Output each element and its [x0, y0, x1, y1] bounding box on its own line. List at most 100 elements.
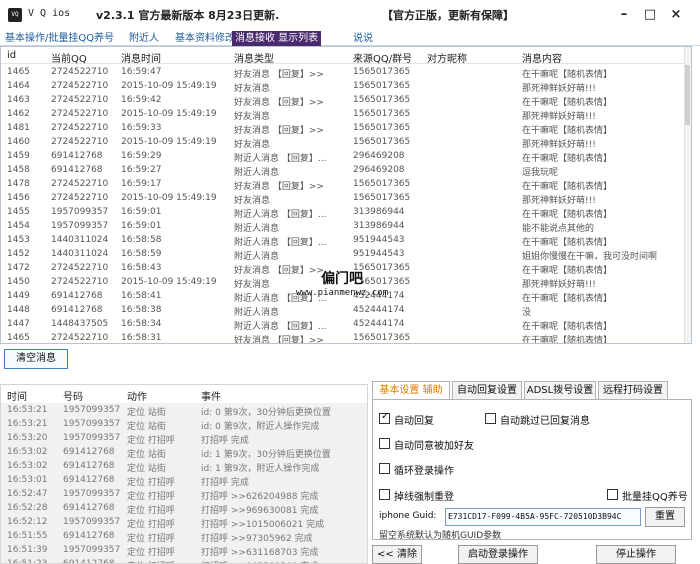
log-action: 定位 打招呼 [127, 506, 175, 516]
log-event: id: 1 第9次，30分钟后更换位置 [201, 450, 331, 460]
msg-content: 那死神鲜妖好萌!!! [522, 112, 596, 122]
table-row[interactable]: 1454 1957099357 16:59:01 附近人消息 313986944 能不能说… [1, 220, 691, 234]
tab-remote-captcha[interactable]: 远程打码设置 [598, 381, 668, 400]
table-row[interactable]: 1448 691412768 16:58:38 附近人消息 452444174 没 [1, 304, 691, 318]
table-row[interactable]: 1463 2724522710 16:59:42 好友消息 【回复】>> 1565017… [1, 94, 691, 108]
menu-nearby[interactable]: 附近人 [126, 31, 162, 46]
list-item[interactable]: 16:53:21 1957099357 定位 站街 id: 0 第9次，30分钟后更换… [1, 404, 367, 418]
log-event: 打招呼 >>631168703 完成 [201, 548, 319, 558]
close-button[interactable]: × [666, 5, 686, 25]
msg-type: 附近人消息 [234, 308, 280, 318]
tab-basic-settings[interactable]: 基本设置 辅助 [372, 381, 450, 400]
log-number: 691412768 [63, 461, 115, 471]
maximize-button[interactable]: □ [640, 5, 660, 25]
tab-auto-reply[interactable]: 自动回复设置 [452, 381, 522, 400]
menu-message-list[interactable]: 消息接收 显示列表 [232, 31, 322, 46]
list-item[interactable]: 16:53:02 691412768 定位 站街 id: 1 第9次，附近人操作完成 [1, 460, 367, 474]
table-row[interactable]: 1465 2724522710 16:59:47 好友消息 【回复】>> 1565017… [1, 66, 691, 80]
log-time: 16:51:39 [7, 545, 48, 555]
list-item[interactable]: 16:51:55 691412768 定位 打招呼 打招呼 >>97305962 完成 [1, 530, 367, 544]
menu-basic-ops[interactable]: 基本操作/批量挂QQ养号 [2, 31, 117, 46]
msg-type: 附近人消息 [234, 224, 280, 234]
list-item[interactable]: 16:53:20 1957099357 定位 打招呼 打招呼 完成 [1, 432, 367, 446]
menu-profile-edit[interactable]: 基本资料修改 [172, 31, 238, 46]
reset-guid-button[interactable]: 重置 [645, 507, 685, 527]
list-item[interactable]: 16:53:01 691412768 定位 打招呼 打招呼 完成 [1, 474, 367, 488]
settings-panel: 自动回复 自动跳过已回复消息 自动同意被加好友 循环登录操作 掉线强制重登 批量… [372, 399, 692, 541]
log-action: 定位 打招呼 [127, 559, 201, 563]
msg-current-qq: 2724522710 [51, 333, 109, 343]
skip-replied-checkbox-box[interactable] [485, 413, 496, 424]
col-source: 来源QQ/群号 [353, 54, 413, 65]
message-table[interactable]: id 当前QQ 消息时间 消息类型 来源QQ/群号 对方昵称 消息内容 1465… [0, 46, 692, 344]
table-row[interactable]: 1464 2724522710 2015-10-09 15:49:19 好友消息 156… [1, 80, 691, 94]
stop-button[interactable]: 停止操作 [596, 545, 676, 564]
table-row[interactable]: 1458 691412768 16:59:27 附近人消息 296469208 逗我玩呢 [1, 164, 691, 178]
msg-content: 没 [522, 308, 532, 318]
official-badge: 【官方正版，更新有保障】 [382, 9, 514, 22]
log-event: 打招呼 完成 [201, 436, 249, 446]
list-item[interactable]: 16:53:02 691412768 定位 站街 id: 1 第9次，30分钟后更换位… [1, 446, 367, 460]
clear-messages-button[interactable]: 清空消息 [4, 349, 68, 369]
log-number: 1957099357 [63, 433, 121, 443]
table-row[interactable]: 1455 1957099357 16:59:01 附近人消息 【回复】... 31398… [1, 206, 691, 220]
table-row[interactable]: 1481 2724522710 16:59:33 好友消息 【回复】>> 1565017… [1, 122, 691, 136]
msg-current-qq: 691412768 [51, 291, 103, 301]
list-item[interactable]: 16:51:39 1957099357 定位 打招呼 打招呼 >>631168703 … [1, 544, 367, 558]
force-relogin-checkbox-box[interactable] [379, 489, 390, 500]
msg-content: 那死神鲜妖好萌!!! [522, 280, 596, 290]
auto-accept-friend-checkbox-box[interactable] [379, 438, 390, 449]
skip-replied-label: 自动跳过已回复消息 [500, 416, 590, 427]
table-row[interactable]: 1462 2724522710 2015-10-09 15:49:19 好友消息 156… [1, 108, 691, 122]
version-title: v2.3.1 官方最新版本 8月23日更新. [96, 9, 280, 22]
table-row[interactable]: 1447 1448437505 16:58:34 附近人消息 【回复】... 45244… [1, 318, 691, 332]
table-row[interactable]: 1459 691412768 16:59:29 附近人消息 【回复】... 296469… [1, 150, 691, 164]
title-bar: VQ V Q ios v2.3.1 官方最新版本 8月23日更新. 【官方正版，… [0, 0, 700, 30]
msg-current-qq: 691412768 [51, 165, 103, 175]
table-row[interactable]: 1456 2724522710 2015-10-09 15:49:19 好友消息 156… [1, 192, 691, 206]
msg-content: 在干嘛呢【随机表情】 [522, 182, 613, 192]
msg-id: 1460 [7, 137, 30, 147]
guid-input[interactable]: E731CD17-F099-4B5A-95FC-720510D3B94C [445, 508, 641, 526]
list-item[interactable]: 16:52:28 691412768 定位 打招呼 打招呼 >>969630081 完… [1, 502, 367, 516]
list-item[interactable]: 16:52:47 1957099357 定位 打招呼 打招呼 >>626204988 … [1, 488, 367, 502]
log-event: 打招呼 >>626204988 完成 [201, 492, 319, 502]
table-row[interactable]: 1478 2724522710 16:59:17 好友消息 【回复】>> 1565017… [1, 178, 691, 192]
table-row[interactable]: 1452 1440311024 16:58:59 附近人消息 951944543 姐姐你慢… [1, 248, 691, 262]
clear-log-button[interactable]: << 清除 [372, 545, 422, 564]
msg-current-qq: 2724522710 [51, 95, 109, 105]
log-event: 打招呼 >>965588562 完成 [201, 559, 367, 563]
batch-hang-checkbox-box[interactable] [607, 489, 618, 500]
log-number: 1957099357 [63, 489, 121, 499]
tab-adsl[interactable]: ADSL拨号设置 [524, 381, 596, 400]
log-time: 16:53:02 [7, 461, 48, 471]
msg-type: 好友消息 【回复】>> [234, 182, 324, 192]
msg-source: 313986944 [353, 221, 405, 231]
message-scrollbar[interactable] [684, 47, 691, 343]
table-row[interactable]: 1465 2724522710 16:58:31 好友消息 【回复】>> 1565017… [1, 332, 691, 343]
msg-content: 逗我玩呢 [522, 168, 559, 178]
log-time: 16:53:01 [7, 475, 48, 485]
log-action: 定位 打招呼 [127, 534, 175, 544]
table-row[interactable]: 1453 1440311024 16:58:58 附近人消息 【回复】... 95194… [1, 234, 691, 248]
start-login-button[interactable]: 启动登录操作 [458, 545, 538, 564]
log-col-action: 动作 [127, 392, 147, 403]
loop-login-checkbox-box[interactable] [379, 463, 390, 474]
msg-id: 1454 [7, 221, 30, 231]
list-item[interactable]: 16:53:21 1957099357 定位 站街 id: 0 第9次，附近人操作完成 [1, 418, 367, 432]
msg-content: 那死神鲜妖好萌!!! [522, 196, 596, 206]
minimize-button[interactable]: – [614, 5, 634, 25]
message-scrollbar-thumb[interactable] [685, 65, 690, 125]
force-relogin-label: 掉线强制重登 [394, 492, 454, 503]
msg-id: 1449 [7, 291, 30, 301]
log-time: 16:52:12 [7, 517, 48, 527]
auto-reply-checkbox-box[interactable] [379, 411, 390, 424]
msg-id: 1453 [7, 235, 30, 245]
msg-id: 1465 [7, 67, 30, 77]
msg-current-qq: 691412768 [51, 151, 103, 161]
list-item[interactable]: 16:51:23 691412768 定位 打招呼打招呼 >>965588562 完… [1, 558, 367, 563]
menu-shuoshuo[interactable]: 说说 [350, 31, 376, 46]
table-row[interactable]: 1460 2724522710 2015-10-09 15:49:19 好友消息 156… [1, 136, 691, 150]
log-table[interactable]: 时间 号码 动作 事件 16:53:21 1957099357 定位 站街 id: 0… [0, 384, 368, 564]
list-item[interactable]: 16:52:12 1957099357 定位 打招呼 打招呼 >>1015006021… [1, 516, 367, 530]
